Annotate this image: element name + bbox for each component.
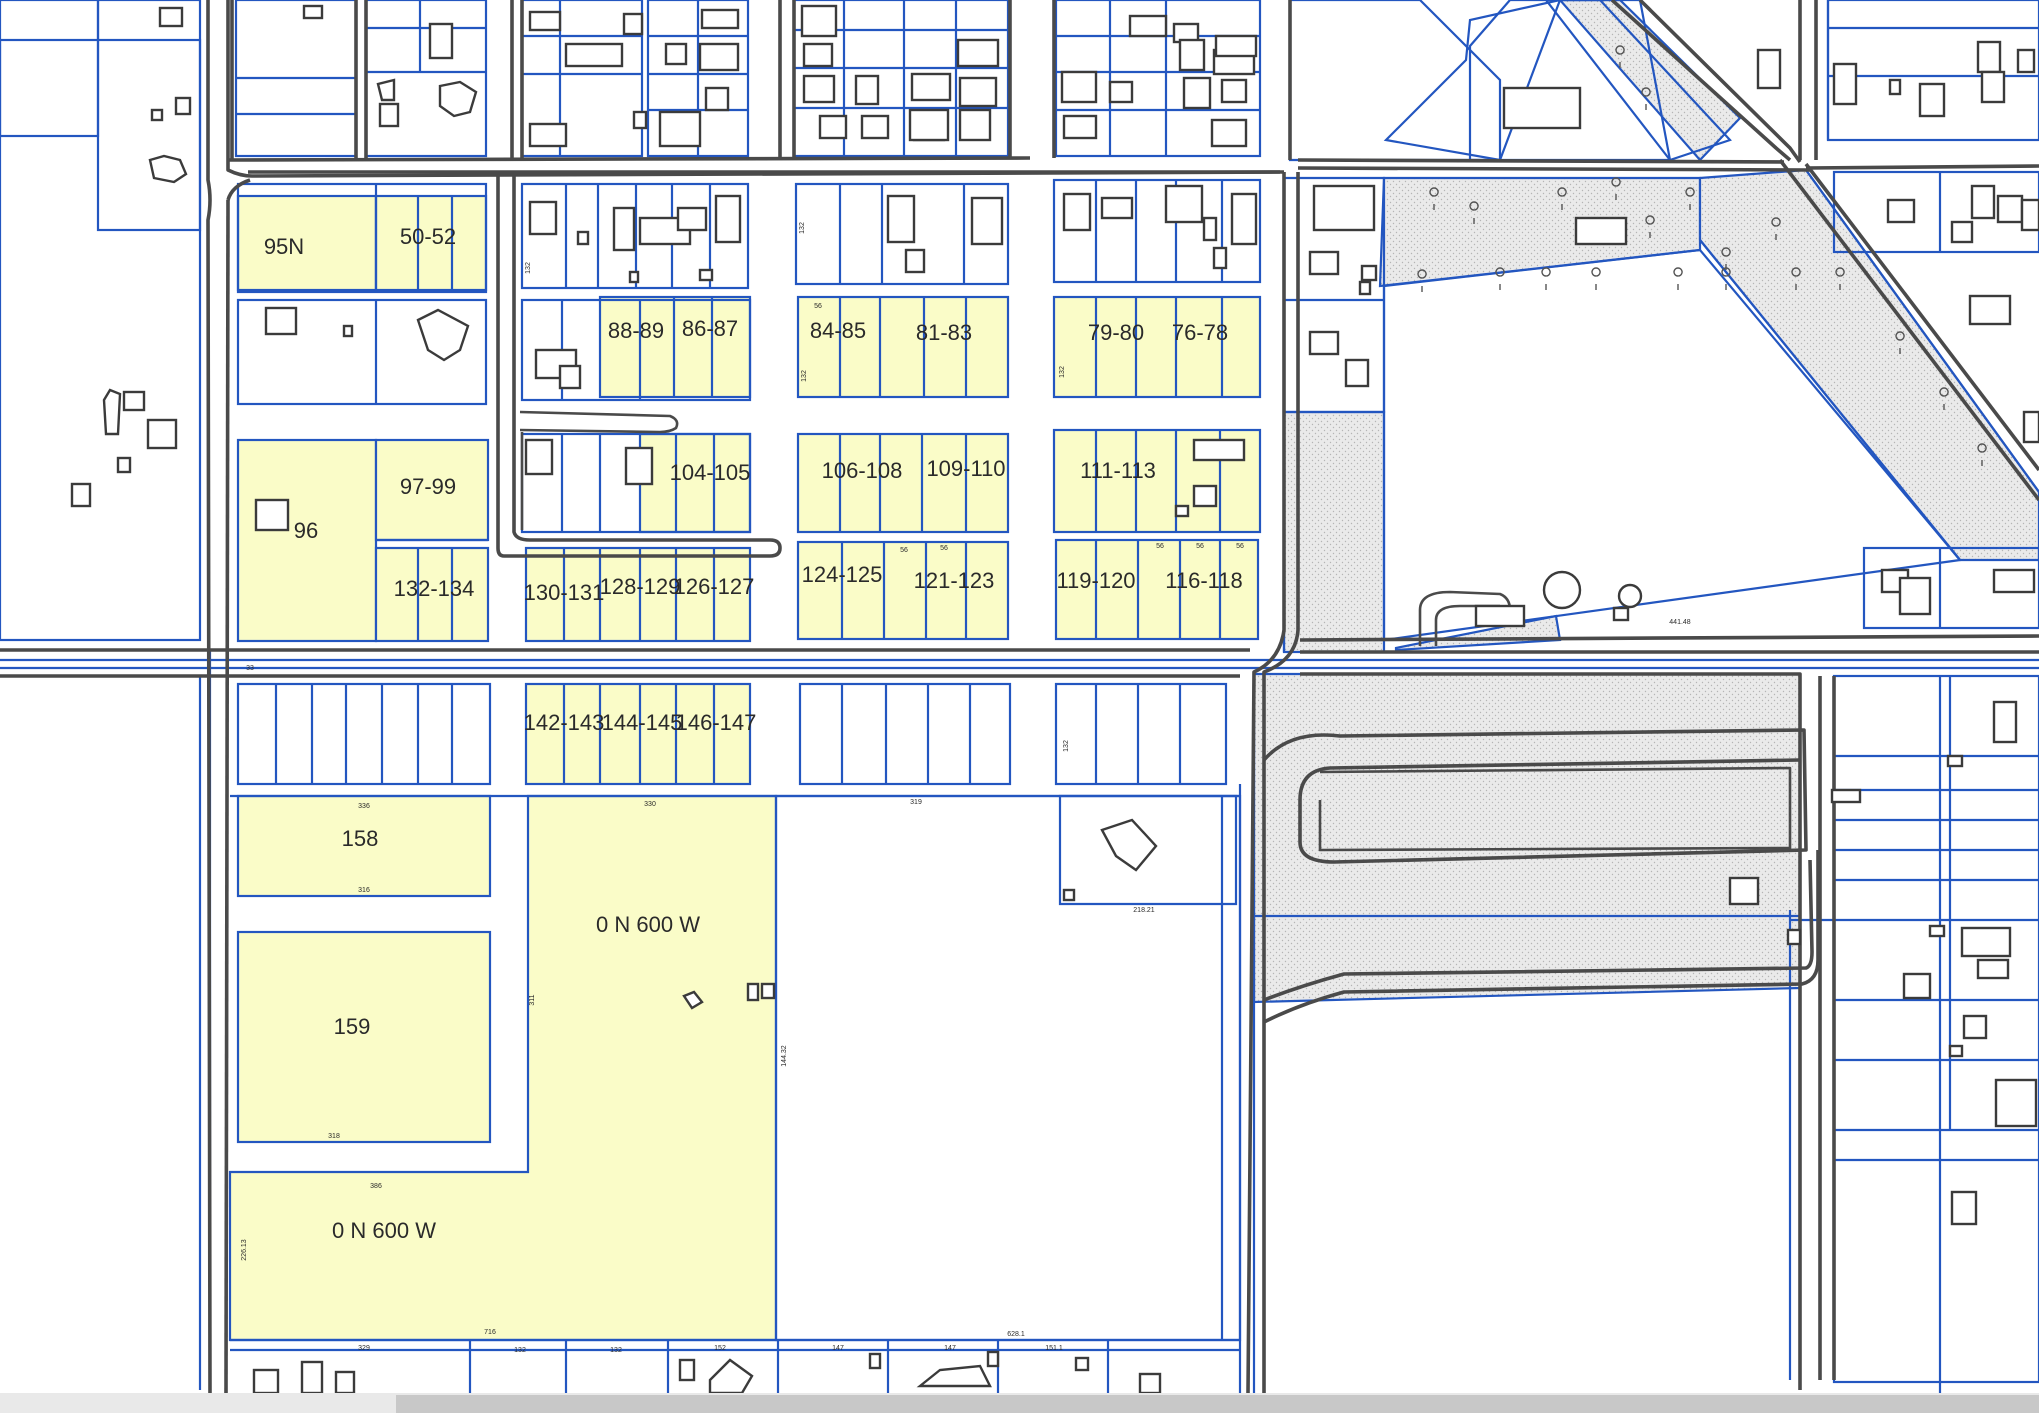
scrollbar-thumb[interactable] <box>396 1395 2039 1413</box>
svg-text:33: 33 <box>246 665 254 672</box>
svg-text:132: 132 <box>1063 740 1070 752</box>
svg-text:330: 330 <box>644 801 656 808</box>
parcel-label[interactable]: 86-87 <box>682 316 738 341</box>
parcel-label[interactable]: 126-127 <box>674 574 755 599</box>
svg-text:386: 386 <box>370 1183 382 1190</box>
parcel-label[interactable]: 96 <box>294 518 318 543</box>
svg-text:132: 132 <box>801 370 808 382</box>
svg-text:716: 716 <box>484 1329 496 1336</box>
parcel-label[interactable]: 50-52 <box>400 224 456 249</box>
svg-text:56: 56 <box>1156 543 1164 550</box>
svg-text:311: 311 <box>529 994 536 1005</box>
parcel-label[interactable]: 159 <box>334 1014 371 1039</box>
highlighted-parcels <box>228 194 1262 1342</box>
parcel-label[interactable]: 128-129 <box>600 574 681 599</box>
parcel-label[interactable]: 76-78 <box>1172 320 1228 345</box>
svg-text:316: 316 <box>358 887 370 894</box>
parcel-label[interactable]: 158 <box>342 826 379 851</box>
horizontal-scrollbar[interactable] <box>0 1393 2039 1413</box>
svg-text:144.32: 144.32 <box>781 1045 788 1067</box>
svg-text:132: 132 <box>610 1347 622 1354</box>
svg-text:218.21: 218.21 <box>1133 907 1155 914</box>
parcel-label[interactable]: 132-134 <box>394 576 475 601</box>
parcel-label[interactable]: 142-143 <box>524 710 605 735</box>
svg-text:132: 132 <box>1059 366 1066 378</box>
parcel-label[interactable]: 116-118 <box>1165 568 1242 593</box>
svg-text:147: 147 <box>944 1345 956 1352</box>
parcel-label[interactable]: 109-110 <box>926 456 1005 481</box>
svg-text:441.48: 441.48 <box>1669 619 1691 626</box>
svg-text:329: 329 <box>358 1345 370 1352</box>
svg-text:56: 56 <box>940 545 948 552</box>
svg-text:628.1: 628.1 <box>1007 1331 1025 1338</box>
parcel-map[interactable]: 95N 50-52 88-89 86-87 84-85 81-83 79-80 … <box>0 0 2039 1413</box>
parcel-label[interactable]: 81-83 <box>916 320 972 345</box>
parcel-label[interactable]: 119-120 <box>1056 568 1135 593</box>
svg-text:56: 56 <box>1236 543 1244 550</box>
svg-text:56: 56 <box>900 547 908 554</box>
parcel-label[interactable]: 104-105 <box>670 460 751 485</box>
parcel-label[interactable]: 121-123 <box>914 568 995 593</box>
svg-text:318: 318 <box>328 1133 340 1140</box>
svg-text:152: 152 <box>714 1345 726 1352</box>
svg-text:147: 147 <box>832 1345 844 1352</box>
parcel-label[interactable]: 0 N 600 W <box>596 912 700 937</box>
shaded-areas <box>1252 0 2039 1004</box>
svg-text:336: 336 <box>358 803 370 810</box>
svg-text:132: 132 <box>799 222 806 234</box>
parcel-label[interactable]: 144-145 <box>602 710 683 735</box>
parcel-label[interactable]: 106-108 <box>822 458 903 483</box>
parcel-label[interactable]: 95N <box>264 234 304 259</box>
parcel-label[interactable]: 146-147 <box>676 710 757 735</box>
parcel-label[interactable]: 84-85 <box>810 318 866 343</box>
svg-text:151.1: 151.1 <box>1045 1345 1063 1352</box>
parcel-label[interactable]: 124-125 <box>802 562 883 587</box>
svg-text:132: 132 <box>525 262 532 274</box>
parcel-label[interactable]: 111-113 <box>1080 458 1156 483</box>
parcel-label[interactable]: 0 N 600 W <box>332 1218 436 1243</box>
svg-text:56: 56 <box>814 303 822 310</box>
svg-text:56: 56 <box>1196 543 1204 550</box>
svg-text:226.13: 226.13 <box>241 1239 248 1261</box>
parcel-label[interactable]: 88-89 <box>608 318 664 343</box>
svg-text:319: 319 <box>910 799 922 806</box>
svg-text:132: 132 <box>514 1347 526 1354</box>
parcel-label[interactable]: 79-80 <box>1088 320 1144 345</box>
parcel-label[interactable]: 130-131 <box>524 580 605 605</box>
parcel-label[interactable]: 97-99 <box>400 474 456 499</box>
